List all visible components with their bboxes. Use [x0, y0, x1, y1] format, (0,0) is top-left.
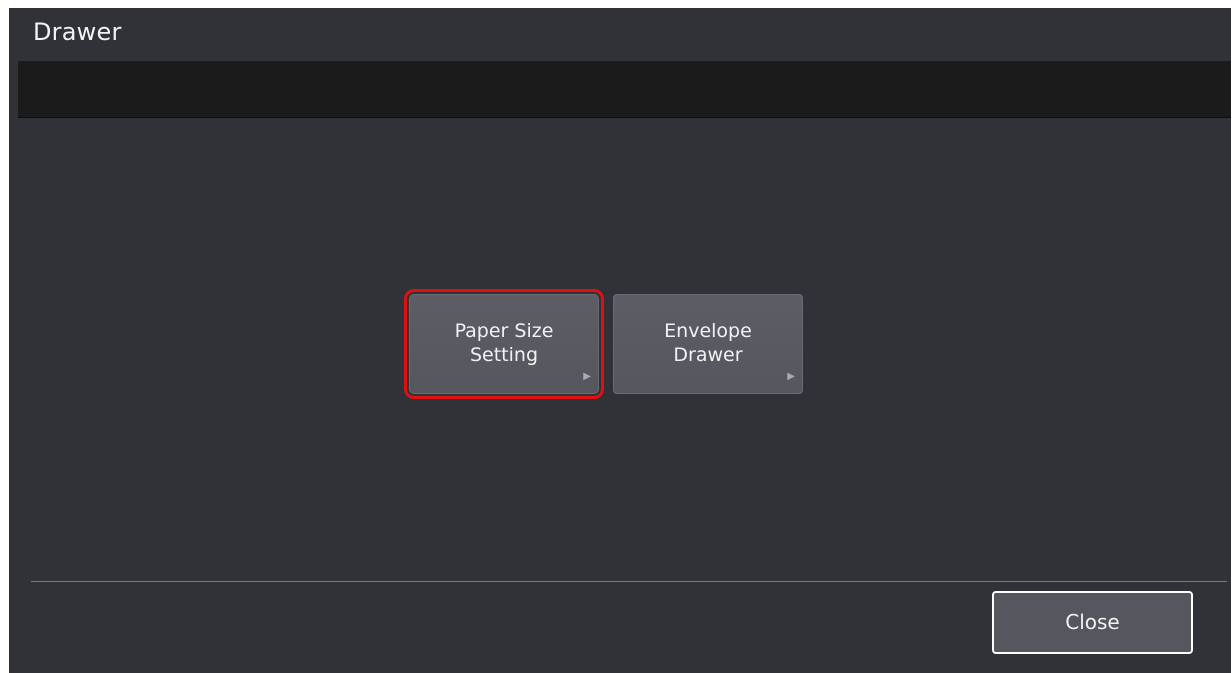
triangle-right-icon: ▶ [787, 371, 795, 382]
drawer-screen: Drawer Paper Size Setting ▶ Envelope Dra… [9, 8, 1231, 673]
close-button[interactable]: Close [992, 591, 1193, 654]
envelope-drawer-button[interactable]: Envelope Drawer ▶ [613, 294, 803, 394]
footer-divider [31, 581, 1227, 582]
paper-size-setting-button[interactable]: Paper Size Setting ▶ [404, 289, 604, 399]
envelope-drawer-label: Envelope Drawer [664, 320, 752, 366]
page-title: Drawer [33, 18, 122, 46]
message-bar [18, 61, 1231, 118]
triangle-right-icon: ▶ [583, 371, 591, 382]
paper-size-setting-label: Paper Size Setting [454, 320, 554, 366]
